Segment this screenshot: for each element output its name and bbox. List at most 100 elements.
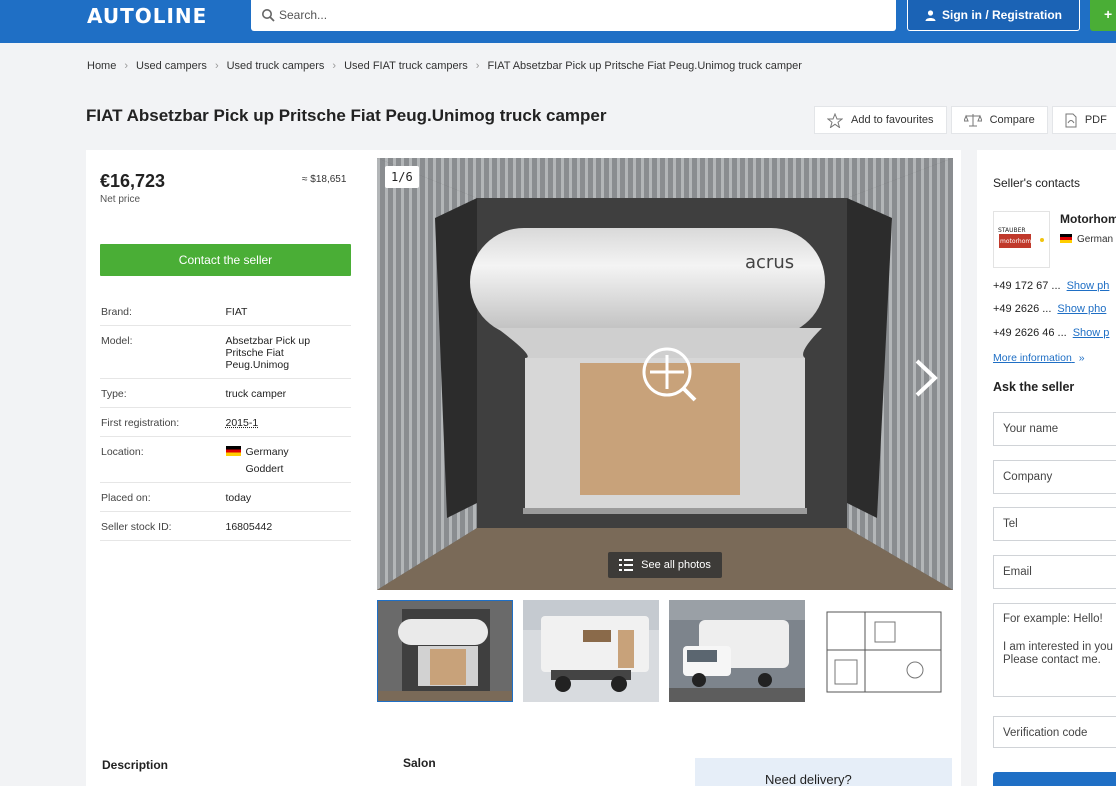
seller-logo-image: STAUBER motorhomes [998,227,1044,248]
breadcrumb-truck-campers[interactable]: Used truck campers [227,60,325,72]
ask-seller-title: Ask the seller [993,380,1075,394]
show-phone-link[interactable]: Show ph [1067,280,1110,292]
description-heading: Description [102,758,169,772]
thumbnail-1[interactable] [377,600,513,702]
compare-label: Compare [989,114,1035,126]
phone-3: +49 2626 46 ... Show p [993,327,1109,339]
seller-contacts-title: Seller's contacts [993,176,1080,190]
seller-logo-subtext: motorhomes [1000,238,1038,245]
main-photo[interactable]: acrus 1/6 See all photos [377,158,953,590]
contact-seller-button[interactable]: Contact the seller [100,244,351,276]
salon-heading: Salon [403,756,436,770]
scales-icon [963,114,982,127]
search-placeholder: Search... [279,8,328,22]
top-header: AUTOLINE Search... Sign in / Registratio… [0,0,1116,43]
phone-1: +49 172 67 ... Show ph [993,280,1109,292]
message-field[interactable]: For example: Hello! I am interested in y… [993,603,1116,697]
signin-label: Sign in / Registration [941,8,1062,22]
location-country[interactable]: Germany [246,446,289,458]
thumbnail-2[interactable] [523,600,659,702]
price-and-specs-card: €16,723 Net price ≈ $18,651 Contact the … [86,150,366,786]
seller-logo[interactable]: STAUBER motorhomes [993,211,1050,268]
phone-number: +49 2626 ... [993,303,1052,315]
thumbnail-image [815,600,951,702]
seller-country-label: German [1077,234,1114,245]
pdf-label: PDF [1084,114,1107,126]
company-field[interactable]: Company [993,460,1116,494]
spec-value[interactable]: 2015-1 [226,417,352,429]
signin-button[interactable]: Sign in / Registration [907,0,1080,31]
spec-value: Absetzbar Pick up Pritsche Fiat Peug.Uni… [225,335,311,371]
star-icon [827,112,843,128]
add-to-favourites-button[interactable]: Add to favourites [814,106,947,134]
list-icon [619,559,634,571]
search-icon [262,9,275,22]
spec-value: 16805442 [225,521,273,533]
tel-field[interactable]: Tel [993,507,1116,541]
photo-gallery: acrus 1/6 See all photos [366,150,961,786]
email-field[interactable]: Email [993,555,1116,589]
spec-key: Seller stock ID: [101,521,172,533]
user-icon [925,9,936,21]
delivery-banner[interactable]: Need delivery? [695,758,952,786]
phone-number: +49 172 67 ... [993,280,1061,292]
breadcrumb-used-campers[interactable]: Used campers [136,60,207,72]
seller-country: German [1060,234,1113,245]
specs-table: Brand: FIAT Model: Absetzbar Pick up Pri… [100,297,351,541]
germany-flag-icon [1060,234,1072,243]
spec-value: FIAT [225,306,248,318]
send-message-button[interactable] [993,772,1116,786]
spec-value: Germany Goddert [225,446,352,475]
delivery-label: Need delivery? [765,772,852,786]
seller-card: Seller's contacts STAUBER motorhomes Mot… [977,150,1116,786]
thumbnail-image [523,600,659,702]
compare-button[interactable]: Compare [950,106,1048,134]
spec-row-type: Type: truck camper [100,379,351,408]
thumbnail-4[interactable] [815,600,951,702]
thumbnail-3[interactable] [669,600,805,702]
chevron-down-icon: » [1078,352,1085,364]
breadcrumb: Home › Used campers › Used truck campers… [87,60,802,72]
spec-key: Placed on: [101,492,151,504]
more-information-link[interactable]: More information » [993,352,1085,364]
show-phone-link[interactable]: Show p [1073,327,1110,339]
chevron-right-icon: › [214,60,219,72]
page-title: FIAT Absetzbar Pick up Pritsche Fiat Peu… [86,106,607,125]
search-input[interactable]: Search... [251,0,896,31]
spec-row-first-registration: First registration: 2015-1 [100,408,351,437]
seller-name[interactable]: Motorhom [1060,212,1116,226]
chevron-right-icon: › [475,60,480,72]
your-name-field[interactable]: Your name [993,412,1116,446]
verification-code-field[interactable]: Verification code [993,716,1116,748]
message-line: Please contact me. [1003,654,1101,666]
pdf-button[interactable]: PDF [1051,106,1116,134]
chevron-right-icon: › [124,60,129,72]
thumbnail-strip [377,600,951,702]
spec-key: First registration: [101,417,180,429]
thumbnail-image [669,600,805,702]
pdf-icon [1065,113,1077,127]
listing-actions: Add to favourites Compare PDF [814,106,1116,134]
price-note: Net price [100,194,141,205]
add-listing-button[interactable]: + [1090,0,1116,31]
spec-key: Brand: [101,306,132,318]
spec-row-placed-on: Placed on: today [100,483,351,512]
location-city: Goddert [245,463,284,475]
breadcrumb-fiat-truck-campers[interactable]: Used FIAT truck campers [344,60,468,72]
seller-logo-text: STAUBER [998,227,1026,234]
germany-flag-icon [225,446,241,456]
spec-row-stock-id: Seller stock ID: 16805442 [100,512,351,541]
spec-key: Model: [101,335,133,347]
more-information-label: More information [993,352,1072,364]
breadcrumb-home[interactable]: Home [87,60,116,72]
spec-value: today [225,492,252,504]
thumbnail-image [378,601,512,701]
see-all-photos-button[interactable]: See all photos [608,552,722,578]
favourites-label: Add to favourites [851,114,934,126]
spec-row-brand: Brand: FIAT [100,297,351,326]
phone-2: +49 2626 ... Show pho [993,303,1106,315]
phone-number: +49 2626 46 ... [993,327,1067,339]
spec-value: truck camper [225,388,287,400]
show-phone-link[interactable]: Show pho [1057,303,1106,315]
autoline-logo[interactable]: AUTOLINE [87,4,207,28]
